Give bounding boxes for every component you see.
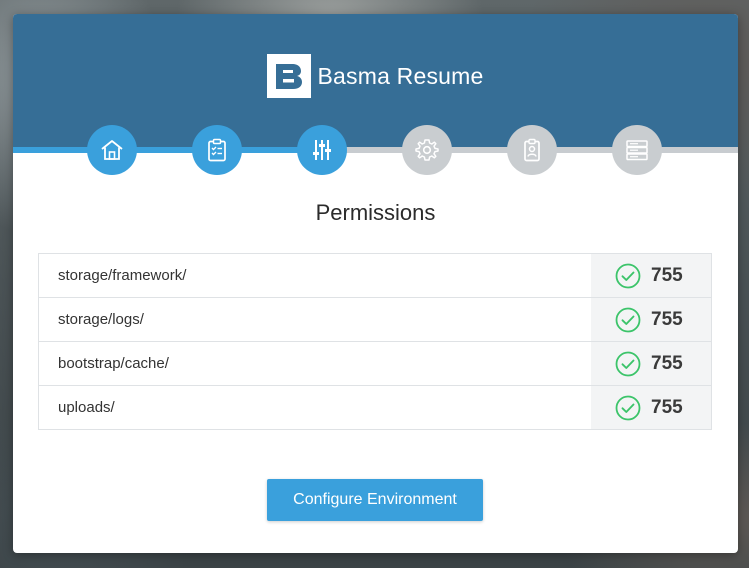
permissions-table: storage/framework/ 755 storage/logs/ 755… xyxy=(38,253,712,430)
permission-value: 755 xyxy=(651,396,683,418)
table-row: uploads/ 755 xyxy=(39,386,711,429)
configure-environment-button[interactable]: Configure Environment xyxy=(267,479,483,521)
b-logo-icon xyxy=(276,64,303,89)
check-circle-icon xyxy=(615,351,641,376)
permission-status: 755 xyxy=(591,254,711,297)
check-circle-icon xyxy=(615,395,641,420)
table-row: bootstrap/cache/ 755 xyxy=(39,342,711,386)
step-profile[interactable] xyxy=(507,125,557,175)
server-icon xyxy=(626,140,648,161)
step-requirements[interactable] xyxy=(192,125,242,175)
brand-name: Basma Resume xyxy=(317,62,484,89)
id-badge-icon xyxy=(524,138,540,162)
gear-icon xyxy=(415,139,439,161)
brand-logo xyxy=(267,54,312,98)
check-circle-icon xyxy=(615,307,641,332)
installer-card: Basma Resume Permissions storage/framewo… xyxy=(13,14,738,553)
step-database[interactable] xyxy=(612,125,662,175)
permission-path: bootstrap/cache/ xyxy=(58,355,169,372)
permission-path: storage/logs/ xyxy=(58,311,144,328)
permission-value: 755 xyxy=(651,308,683,330)
permission-status: 755 xyxy=(591,386,711,429)
home-icon xyxy=(101,140,123,160)
sliders-icon xyxy=(313,140,331,160)
step-home[interactable] xyxy=(87,125,137,175)
stepper xyxy=(13,125,738,175)
brand: Basma Resume xyxy=(13,54,738,98)
permission-status: 755 xyxy=(591,298,711,341)
check-circle-icon xyxy=(615,263,641,288)
permission-path: uploads/ xyxy=(58,399,115,416)
permission-value: 755 xyxy=(651,264,683,286)
permission-value: 755 xyxy=(651,352,683,374)
table-row: storage/logs/ 755 xyxy=(39,298,711,342)
step-environment[interactable] xyxy=(402,125,452,175)
permission-path: storage/framework/ xyxy=(58,267,187,284)
table-row: storage/framework/ 755 xyxy=(39,254,711,298)
clipboard-checklist-icon xyxy=(208,138,226,162)
page-title: Permissions xyxy=(315,200,436,225)
step-permissions[interactable] xyxy=(297,125,347,175)
permission-status: 755 xyxy=(591,342,711,385)
